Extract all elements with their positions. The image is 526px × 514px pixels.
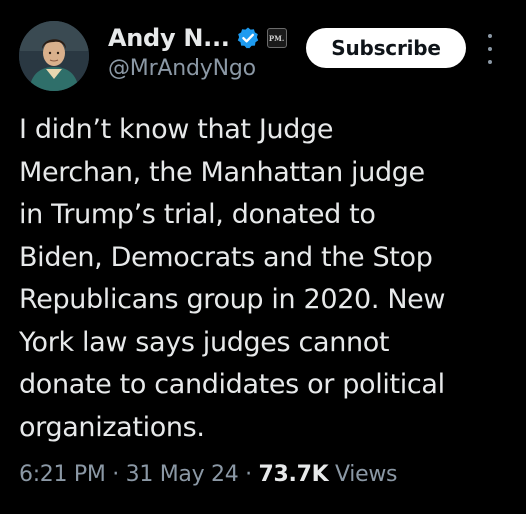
tweet-text-line: Republicans group in 2020. New — [19, 284, 446, 315]
tweet-text-line: Biden, Democrats and the Stop — [19, 241, 433, 273]
tweet-meta: 6:21 PM · 31 May 24 · 73.7K Views — [19, 462, 398, 487]
subscribe-button[interactable]: Subscribe — [306, 28, 466, 68]
tweet-text-line: Merchan, the Manhattan judge — [19, 156, 425, 188]
tweet-time[interactable]: 6:21 PM — [19, 462, 106, 487]
affiliate-badge[interactable]: PM. — [266, 28, 287, 48]
more-vertical-icon[interactable] — [483, 34, 497, 64]
tweet-date[interactable]: 31 May 24 — [126, 462, 239, 487]
user-handle[interactable]: @MrAndyNgo — [108, 56, 287, 81]
more-dot — [488, 47, 492, 51]
display-name[interactable]: Andy N... — [108, 24, 230, 52]
views-label: Views — [328, 462, 398, 487]
views-count: 73.7K — [258, 462, 329, 487]
author-block: Andy N... PM. @MrAndyNgo — [108, 22, 287, 81]
more-dot — [488, 34, 492, 38]
tweet-text-line: I didn’t know that Judge — [19, 114, 334, 145]
tweet-text-line: in Trump’s trial, donated to — [19, 199, 376, 230]
avatar[interactable] — [19, 21, 89, 91]
tweet-card: Andy N... PM. @MrAndyNgo Subscribe I did… — [0, 0, 526, 514]
tweet-text-line: donate to candidates or political — [19, 369, 445, 400]
avatar-image — [19, 21, 89, 91]
verified-badge-icon — [236, 26, 260, 50]
name-row: Andy N... PM. — [108, 22, 287, 54]
tweet-text-line: York law says judges cannot — [19, 326, 390, 358]
more-dot — [488, 60, 492, 64]
meta-separator: · — [238, 462, 259, 487]
tweet-text-line: organizations. — [19, 411, 205, 443]
meta-separator: · — [105, 462, 126, 487]
tweet-text: I didn’t know that Judge Merchan, the Ma… — [19, 109, 515, 449]
